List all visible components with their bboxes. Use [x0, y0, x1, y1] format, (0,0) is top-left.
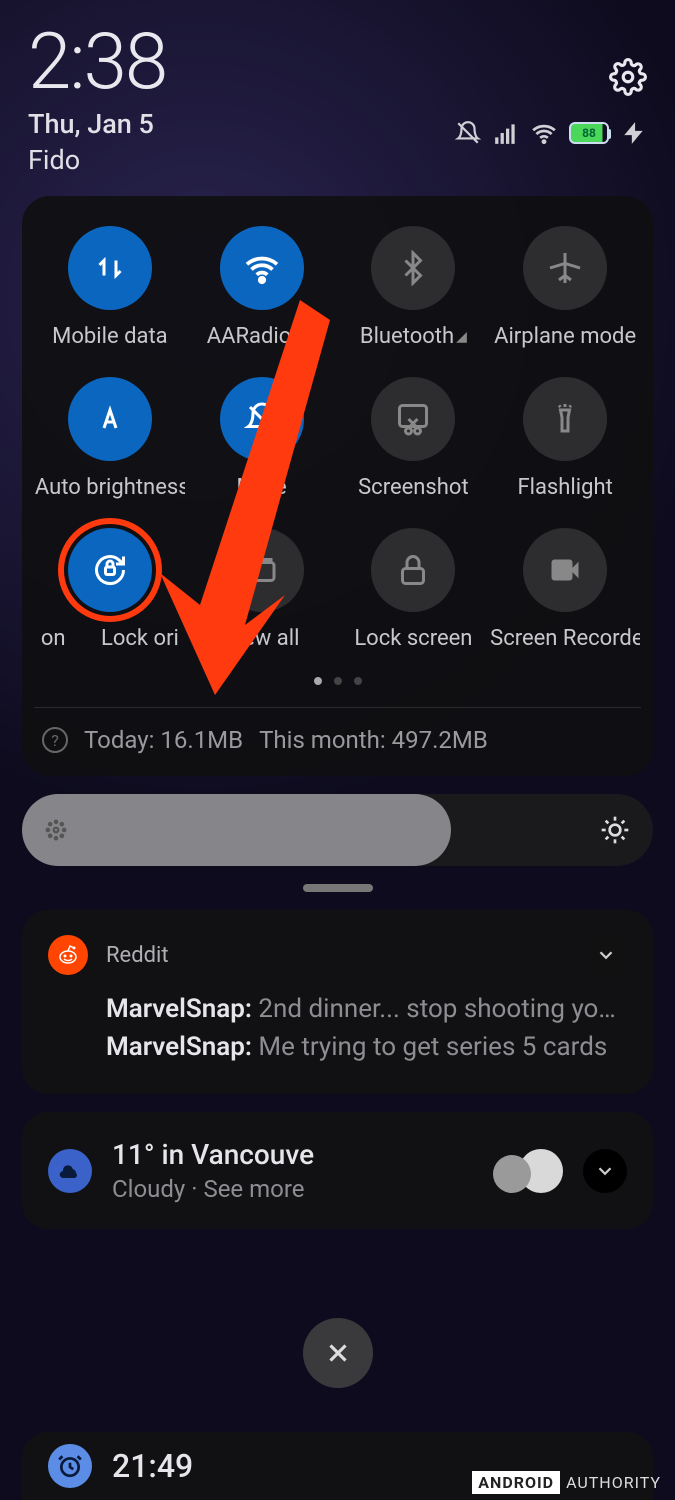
qs-tile-auto-brightness[interactable]: Auto brightness — [34, 377, 186, 500]
qs-tile-screenshot[interactable]: Screenshot — [338, 377, 490, 500]
qs-tile-bluetooth[interactable]: Bluetooth◢ — [338, 226, 490, 349]
reddit-icon — [48, 935, 88, 975]
expand-chevron-icon[interactable] — [583, 1149, 627, 1193]
vibrate-off-icon — [455, 120, 481, 146]
alarm-time: 21:49 — [112, 1447, 193, 1485]
carrier-label: Fido — [28, 144, 166, 176]
brightness-slider[interactable] — [22, 794, 653, 866]
auto-brightness-icon — [68, 377, 152, 461]
lock-ori-icon — [68, 528, 152, 612]
qs-tile-aaradio2[interactable]: AARadio2◢ — [186, 226, 338, 349]
qs-tile-lock-screen[interactable]: Lock screen — [338, 528, 490, 651]
alarm-clock-icon — [48, 1444, 92, 1488]
data-today: Today: 16.1MB — [84, 726, 243, 754]
tile-label: Airplane mode — [494, 324, 636, 349]
bluetooth-icon — [371, 226, 455, 310]
notification-line-2: MarvelSnap: Me trying to get series 5 ca… — [106, 1032, 627, 1062]
tile-label: AARadio2◢ — [207, 324, 317, 349]
data-usage-row[interactable]: ? Today: 16.1MB This month: 497.2MB — [34, 707, 641, 754]
help-icon: ? — [42, 727, 68, 753]
wifi-icon — [531, 120, 557, 146]
notification-weather[interactable]: 11° in Vancouve Cloudy · See more — [22, 1112, 653, 1229]
dismiss-button[interactable] — [303, 1318, 373, 1388]
notification-reddit[interactable]: Reddit MarvelSnap: 2nd dinner... stop sh… — [22, 910, 653, 1094]
tile-label: Lock screen — [354, 626, 472, 651]
quick-settings-panel: Mobile data AARadio2◢ Bluetooth◢ Airplane m… — [22, 196, 653, 776]
screen-recorder-icon — [523, 528, 607, 612]
qs-tile-screen-recorder[interactable]: Screen Recorder — [489, 528, 641, 651]
tile-label: Flashlight — [517, 475, 612, 500]
tile-label: View all — [224, 626, 300, 651]
aaradio2-icon — [220, 226, 304, 310]
notification-app-name: Reddit — [106, 943, 169, 968]
brightness-low-icon — [42, 816, 70, 844]
tile-label: Screenshot — [358, 475, 469, 500]
qs-tile-view-all[interactable]: View all — [186, 528, 338, 651]
shade-handle[interactable] — [303, 884, 373, 892]
watermark: ANDROIDAUTHORITY — [472, 1471, 667, 1494]
clock-date: Thu, Jan 5 — [28, 108, 166, 140]
expand-chevron-icon[interactable] — [585, 934, 627, 976]
clock-time: 2:38 — [28, 28, 166, 98]
charging-bolt-icon — [621, 120, 647, 146]
notification-line-1: MarvelSnap: 2nd dinner... stop shooting … — [106, 994, 627, 1024]
tile-label: Mobile data — [52, 324, 167, 349]
qs-tile-mute[interactable]: Mute — [186, 377, 338, 500]
flashlight-icon — [523, 377, 607, 461]
tile-label: on Lock ori — [41, 626, 179, 651]
settings-gear-icon[interactable] — [609, 58, 647, 100]
data-month: This month: 497.2MB — [259, 726, 488, 754]
cloud-icon — [493, 1149, 563, 1193]
status-bar-icons: 88 — [455, 120, 647, 146]
brightness-high-icon — [599, 814, 631, 846]
qs-tile-lock-ori[interactable]: on Lock ori — [34, 528, 186, 651]
signal-icon — [493, 120, 519, 146]
tile-label: Mute — [237, 475, 287, 500]
qs-tile-airplane-mode[interactable]: Airplane mode — [489, 226, 641, 349]
battery-icon: 88 — [569, 122, 609, 144]
tile-label: Auto brightness — [35, 475, 185, 500]
mobile-data-icon — [68, 226, 152, 310]
screenshot-icon — [371, 377, 455, 461]
weather-app-icon — [48, 1149, 92, 1193]
view-all-icon — [220, 528, 304, 612]
weather-subtitle: Cloudy · See more — [112, 1175, 473, 1203]
page-indicator[interactable] — [34, 677, 641, 685]
tile-label: Bluetooth◢ — [360, 324, 467, 349]
mute-icon — [220, 377, 304, 461]
tile-label: Screen Recorder — [490, 626, 640, 651]
weather-title: 11° in Vancouve — [112, 1138, 473, 1171]
close-icon — [323, 1338, 353, 1368]
airplane-mode-icon — [523, 226, 607, 310]
qs-tile-mobile-data[interactable]: Mobile data — [34, 226, 186, 349]
qs-tile-flashlight[interactable]: Flashlight — [489, 377, 641, 500]
lock-screen-icon — [371, 528, 455, 612]
